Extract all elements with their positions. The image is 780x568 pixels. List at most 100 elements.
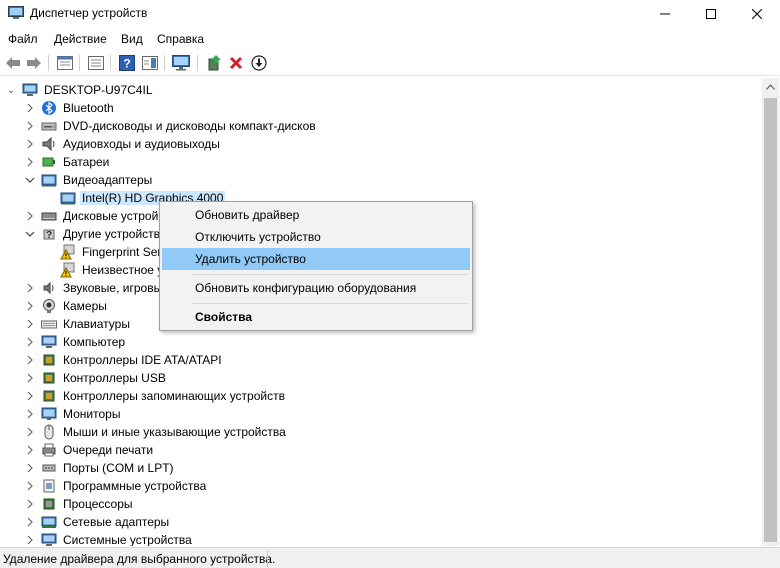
chevron-right-icon[interactable]	[25, 156, 35, 168]
forward-icon	[27, 57, 41, 69]
properties-icon	[57, 56, 73, 70]
tree-category[interactable]: Очереди печати	[0, 441, 762, 459]
tree-category[interactable]: Аудиовходы и аудиовыходы	[0, 135, 762, 153]
forward-button[interactable]	[24, 53, 44, 73]
context-menu: Обновить драйвер Отключить устройство Уд…	[159, 201, 473, 331]
usb-icon	[43, 372, 55, 384]
chevron-right-icon[interactable]	[25, 120, 35, 132]
chevron-right-icon[interactable]	[25, 426, 35, 438]
tree-category[interactable]: Видеоадаптеры	[0, 171, 762, 189]
chevron-right-icon[interactable]	[25, 354, 35, 366]
software-device-icon	[43, 479, 55, 493]
console-tree-button[interactable]	[86, 53, 106, 73]
scroll-up-button[interactable]	[762, 78, 779, 95]
tree-category[interactable]: DVD-дисководы и дисководы компакт-дисков	[0, 117, 762, 135]
chevron-right-icon[interactable]	[25, 282, 35, 294]
tree-category[interactable]: Bluetooth	[0, 99, 762, 117]
tree-category[interactable]: Батареи	[0, 153, 762, 171]
tree-category[interactable]: Порты (COM и LPT)	[0, 459, 762, 477]
chevron-right-icon[interactable]	[25, 336, 35, 348]
menu-file[interactable]: Файл	[8, 32, 38, 46]
tree-item-label: Программные устройства	[63, 479, 207, 493]
warning-device-icon	[60, 262, 75, 278]
ctx-uninstall-device[interactable]: Удалить устройство	[162, 248, 470, 270]
close-button[interactable]	[734, 0, 780, 28]
monitor-icon	[172, 55, 190, 71]
menu-action[interactable]: Действие	[54, 32, 107, 46]
properties-button[interactable]	[55, 53, 75, 73]
scan-hardware-button[interactable]	[171, 53, 191, 73]
tree-item-label: Системные устройства	[63, 533, 192, 546]
vertical-scrollbar[interactable]	[762, 78, 779, 546]
chevron-right-icon[interactable]	[25, 138, 35, 150]
scroll-thumb[interactable]	[764, 98, 777, 542]
menu-bar: Файл Действие Вид Справка	[0, 29, 780, 49]
bluetooth-icon	[42, 101, 56, 115]
chevron-right-icon[interactable]	[25, 210, 35, 222]
svg-text:?: ?	[46, 230, 52, 241]
chevron-right-icon[interactable]	[25, 534, 35, 546]
chevron-right-icon[interactable]	[25, 498, 35, 510]
keyboard-icon	[41, 320, 57, 329]
status-divider	[267, 550, 268, 567]
tree-category[interactable]: Процессоры	[0, 495, 762, 513]
back-button[interactable]	[3, 53, 23, 73]
chevron-down-icon[interactable]	[25, 228, 35, 240]
chevron-right-icon[interactable]	[25, 318, 35, 330]
chevron-right-icon[interactable]	[25, 480, 35, 492]
tree-item-label: Процессоры	[63, 497, 133, 511]
tree-category[interactable]: Системные устройства	[0, 531, 762, 546]
chevron-right-icon[interactable]	[25, 444, 35, 456]
status-text: Удаление драйвера для выбранного устройс…	[3, 552, 276, 566]
ctx-properties[interactable]: Свойства	[162, 306, 470, 328]
ctx-update-driver[interactable]: Обновить драйвер	[162, 204, 470, 226]
tree-category[interactable]: Мониторы	[0, 405, 762, 423]
uninstall-button[interactable]	[226, 53, 246, 73]
ctx-scan-hardware[interactable]: Обновить конфигурацию оборудования	[162, 277, 470, 299]
enable-device-button[interactable]	[249, 53, 269, 73]
tree-category[interactable]: Сетевые адаптеры	[0, 513, 762, 531]
chevron-down-icon[interactable]: ⌄	[6, 84, 16, 96]
svg-text:?: ?	[123, 57, 130, 71]
menu-view[interactable]: Вид	[121, 32, 143, 46]
maximize-button[interactable]	[688, 0, 734, 28]
tree-item-label: Камеры	[63, 299, 107, 313]
tree-item-label: Другие устройств	[63, 227, 161, 241]
chevron-right-icon[interactable]	[25, 408, 35, 420]
chevron-right-icon[interactable]	[25, 462, 35, 474]
ctx-disable-device[interactable]: Отключить устройство	[162, 226, 470, 248]
tree-root[interactable]: ⌄ DESKTOP-U97C4IL	[0, 81, 762, 99]
chevron-right-icon[interactable]	[25, 516, 35, 528]
processor-icon	[43, 498, 55, 510]
speaker-icon	[42, 136, 55, 152]
help-button[interactable]: ?	[117, 53, 137, 73]
help-icon: ?	[119, 55, 135, 71]
tree-category[interactable]: Компьютер	[0, 333, 762, 351]
warning-device-icon	[60, 244, 75, 260]
back-icon	[6, 57, 20, 69]
update-driver-icon	[208, 55, 221, 71]
minimize-button[interactable]	[642, 0, 688, 28]
mouse-icon	[44, 424, 54, 440]
chevron-right-icon[interactable]	[25, 372, 35, 384]
ide-controller-icon	[43, 354, 55, 366]
menu-help[interactable]: Справка	[157, 32, 204, 46]
chevron-right-icon[interactable]	[25, 300, 35, 312]
tree-item-label: Дисковые устрой	[63, 209, 159, 223]
chevron-right-icon[interactable]	[25, 390, 35, 402]
update-driver-button[interactable]	[204, 53, 224, 73]
tree-category[interactable]: Мыши и иные указывающие устройства	[0, 423, 762, 441]
tree-category[interactable]: Контроллеры USB	[0, 369, 762, 387]
chevron-up-icon	[766, 83, 775, 90]
tree-item-label: Мыши и иные указывающие устройства	[63, 425, 286, 439]
tree-item-label: Контроллеры USB	[63, 371, 166, 385]
action-pane-button[interactable]	[140, 53, 160, 73]
device-manager-icon	[8, 6, 24, 19]
tree-category[interactable]: Контроллеры IDE ATA/ATAPI	[0, 351, 762, 369]
tree-item-label: Звуковые, игровь	[63, 281, 160, 295]
chevron-down-icon[interactable]	[25, 174, 35, 186]
tree-category[interactable]: Контроллеры запоминающих устройств	[0, 387, 762, 405]
tree-category[interactable]: Программные устройства	[0, 477, 762, 495]
chevron-right-icon[interactable]	[25, 102, 35, 114]
tree-item-label: Сетевые адаптеры	[63, 515, 170, 529]
